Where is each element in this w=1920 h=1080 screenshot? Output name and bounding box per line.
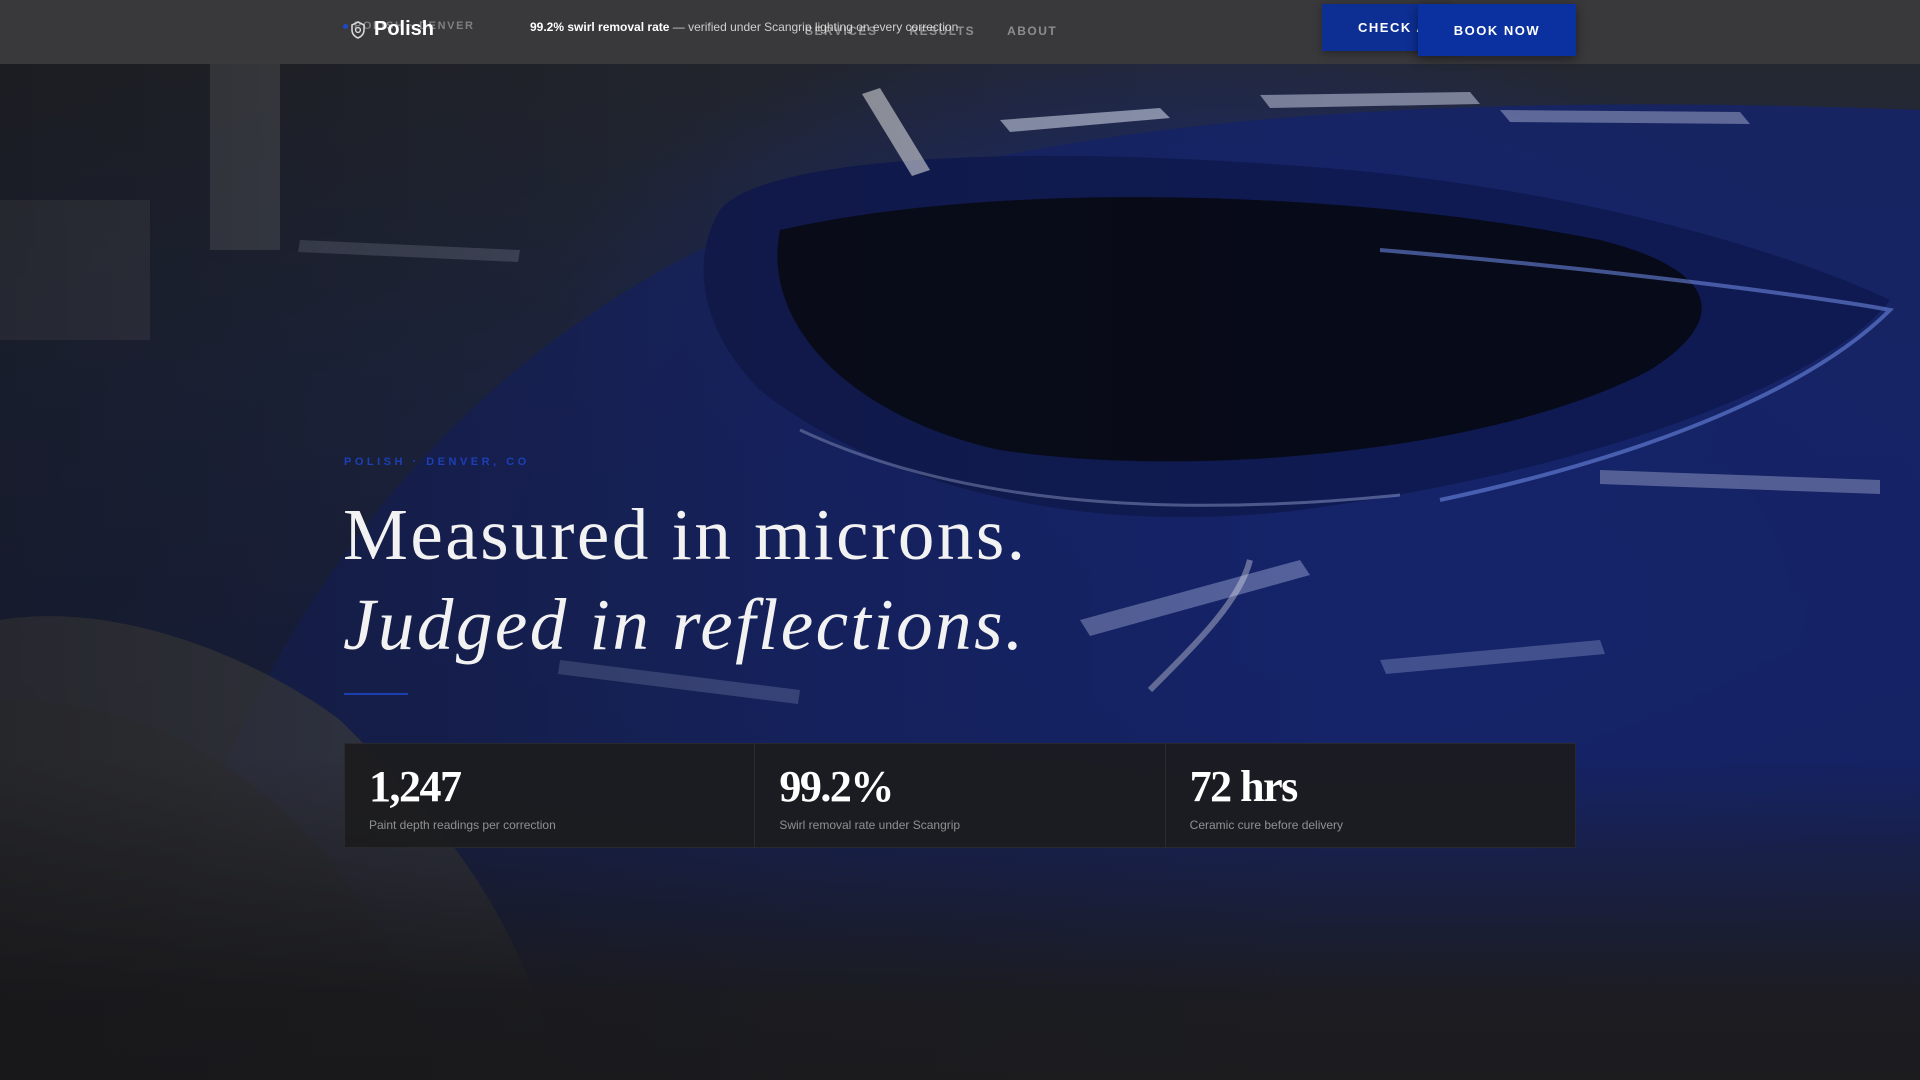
brand-name: Polish — [374, 18, 435, 40]
headline-line-1: Measured in microns. — [343, 494, 1028, 575]
stat-label: Ceramic cure before delivery — [1189, 818, 1344, 832]
nav-item-about[interactable]: ABOUT — [1007, 24, 1057, 38]
top-navigation-bar: Polish · Denver Polish 99.2% swirl remov… — [0, 0, 1920, 64]
stat-value: 1,247 — [369, 762, 462, 811]
hero-headline: Measured in microns. Judged in reflectio… — [343, 490, 1028, 670]
accent-divider — [344, 693, 408, 695]
nav-item-results[interactable]: RESULTS — [909, 24, 975, 38]
hero-eyebrow: POLISH · DENVER, CO — [344, 456, 530, 468]
stat-label: Swirl removal rate under Scangrip — [779, 818, 961, 832]
stats-panel: 1,247 Paint depth readings per correctio… — [344, 743, 1576, 848]
main-nav: SERVICES RESULTS ABOUT — [805, 24, 1057, 38]
book-now-button[interactable]: BOOK NOW — [1418, 4, 1576, 56]
stat-card-readings: 1,247 Paint depth readings per correctio… — [345, 744, 756, 847]
stat-card-swirl-removal: 99.2% Swirl removal rate under Scangrip — [755, 744, 1166, 847]
stat-label: Paint depth readings per correction — [369, 818, 556, 832]
stat-value: 99.2% — [779, 762, 894, 811]
headline-line-2: Judged in reflections. — [343, 584, 1026, 665]
shield-icon — [351, 20, 365, 39]
stat-card-ceramic-cure: 72 hrs Ceramic cure before delivery — [1166, 744, 1575, 847]
nav-item-services[interactable]: SERVICES — [805, 24, 877, 38]
status-dot-icon — [343, 23, 348, 29]
brand-logo-link[interactable]: Polish — [350, 18, 434, 41]
stat-banner-highlight: 99.2% swirl removal rate — [530, 20, 670, 34]
stat-value: 72 hrs — [1189, 762, 1299, 811]
